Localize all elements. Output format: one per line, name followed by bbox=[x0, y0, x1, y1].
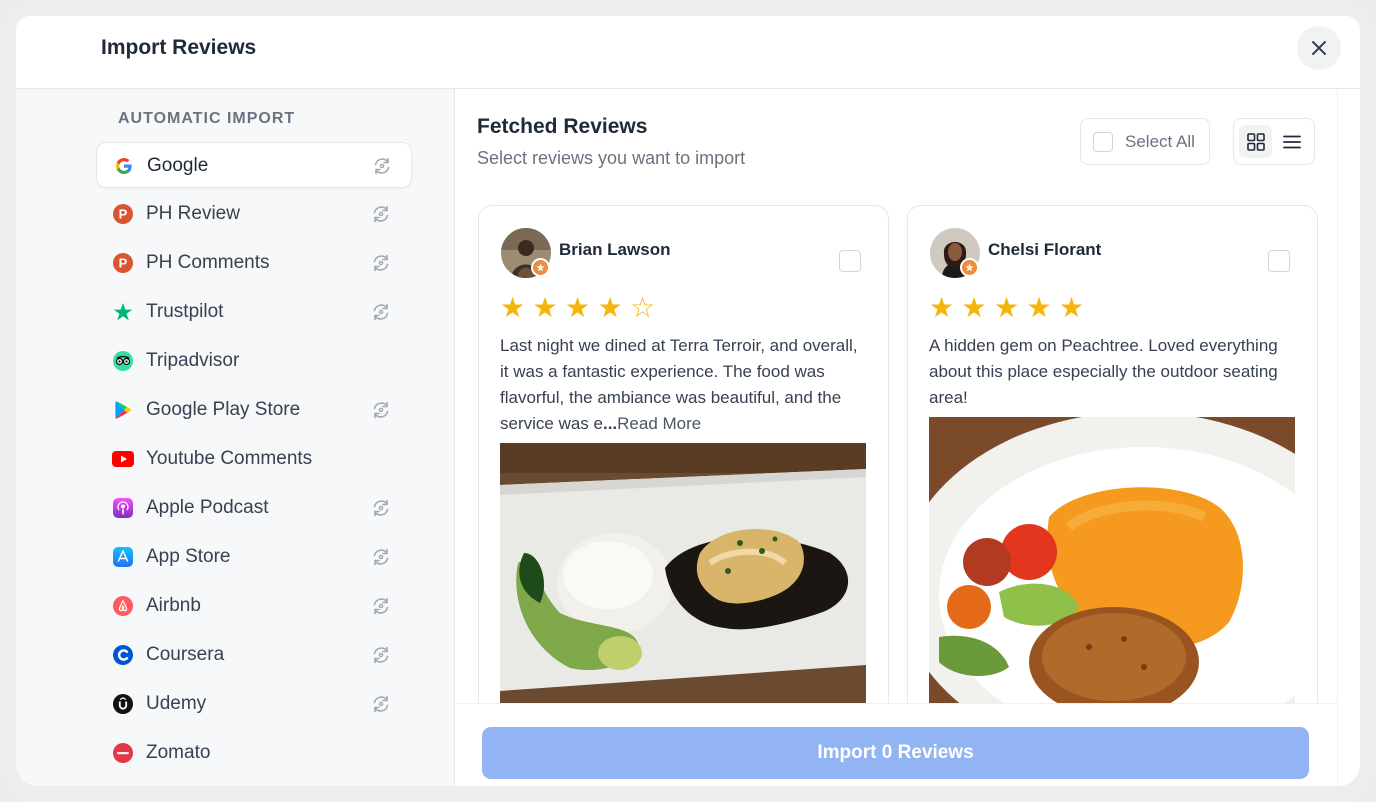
trustpilot-icon bbox=[112, 301, 134, 323]
modal-footer: Import 0 Reviews bbox=[456, 703, 1337, 786]
grid-view-button[interactable] bbox=[1239, 125, 1272, 158]
producthunt-icon: P bbox=[112, 203, 134, 225]
source-label-youtube-comments: Youtube Comments bbox=[146, 448, 313, 469]
modal-header: Import Reviews bbox=[16, 16, 1360, 89]
source-label-apple-podcast: Apple Podcast bbox=[146, 497, 269, 518]
review-photo[interactable] bbox=[500, 443, 866, 705]
review-select-checkbox[interactable] bbox=[839, 250, 861, 272]
import-reviews-modal: Import Reviews AUTOMATIC IMPORT Google P… bbox=[16, 16, 1360, 786]
select-all-label: Select All bbox=[1125, 132, 1195, 151]
sync-icon[interactable] bbox=[370, 203, 392, 225]
source-sidebar: AUTOMATIC IMPORT Google P PH Review P PH… bbox=[16, 89, 455, 786]
source-item-udemy[interactable]: Udemy bbox=[96, 681, 412, 727]
sync-icon[interactable] bbox=[370, 595, 392, 617]
sync-icon[interactable] bbox=[370, 497, 392, 519]
google-play-icon bbox=[112, 399, 134, 421]
apple-podcast-icon bbox=[112, 497, 134, 519]
google-badge-icon bbox=[531, 258, 550, 277]
star-rating: ★ ★ ★ ★ ★ bbox=[929, 292, 1092, 324]
star-filled-icon: ★ bbox=[565, 291, 591, 324]
google-icon bbox=[113, 155, 135, 177]
sync-icon[interactable] bbox=[370, 693, 392, 715]
source-item-apple-podcast[interactable]: Apple Podcast bbox=[96, 485, 412, 531]
source-label-google-play-store: Google Play Store bbox=[146, 399, 301, 420]
tripadvisor-icon bbox=[112, 350, 134, 372]
list-view-button[interactable] bbox=[1275, 125, 1308, 158]
panel-title: Fetched Reviews bbox=[477, 115, 648, 138]
source-label-app-store: App Store bbox=[146, 546, 231, 567]
source-label-ph-review: PH Review bbox=[146, 203, 240, 224]
panel-subtitle: Select reviews you want to import bbox=[477, 148, 746, 168]
fetched-reviews-panel: Fetched Reviews Select reviews you want … bbox=[456, 89, 1360, 786]
source-item-ph-comments[interactable]: P PH Comments bbox=[96, 240, 412, 286]
star-filled-icon: ★ bbox=[500, 291, 526, 324]
grid-icon bbox=[1246, 132, 1265, 151]
review-card[interactable]: Chelsi Florant ★ ★ ★ ★ ★ A hidden gem on… bbox=[907, 205, 1318, 745]
star-rating: ★ ★ ★ ★ ☆ bbox=[500, 292, 663, 324]
star-filled-icon: ★ bbox=[929, 291, 955, 324]
source-label-tripadvisor: Tripadvisor bbox=[146, 350, 240, 371]
star-filled-icon: ★ bbox=[994, 291, 1020, 324]
source-item-google[interactable]: Google bbox=[96, 142, 412, 188]
coursera-icon bbox=[112, 644, 134, 666]
source-label-coursera: Coursera bbox=[146, 644, 225, 665]
reviewer-name: Chelsi Florant bbox=[988, 240, 1102, 259]
star-empty-icon: ☆ bbox=[630, 291, 656, 324]
source-label-google: Google bbox=[147, 155, 209, 176]
review-select-checkbox[interactable] bbox=[1268, 250, 1290, 272]
sync-icon[interactable] bbox=[371, 155, 393, 177]
source-item-airbnb[interactable]: Airbnb bbox=[96, 583, 412, 629]
source-item-coursera[interactable]: Coursera bbox=[96, 632, 412, 678]
producthunt-icon: P bbox=[112, 252, 134, 274]
close-button[interactable] bbox=[1297, 26, 1341, 70]
modal-title: Import Reviews bbox=[101, 36, 257, 59]
sync-icon[interactable] bbox=[370, 399, 392, 421]
sync-icon[interactable] bbox=[370, 644, 392, 666]
source-label-trustpilot: Trustpilot bbox=[146, 301, 224, 322]
list-icon bbox=[1282, 135, 1301, 148]
star-filled-icon: ★ bbox=[1059, 291, 1085, 324]
app-store-icon bbox=[112, 546, 134, 568]
source-label-ph-comments: PH Comments bbox=[146, 252, 270, 273]
review-card[interactable]: Brian Lawson ★ ★ ★ ★ ☆ Last night we din… bbox=[478, 205, 889, 745]
select-all-checkbox[interactable] bbox=[1093, 132, 1113, 152]
source-item-app-store[interactable]: App Store bbox=[96, 534, 412, 580]
reviewer-name: Brian Lawson bbox=[559, 240, 671, 259]
review-text: A hidden gem on Peachtree. Loved everyth… bbox=[929, 336, 1278, 407]
source-item-google-play-store[interactable]: Google Play Store bbox=[96, 387, 412, 433]
youtube-icon bbox=[112, 448, 134, 470]
source-item-trustpilot[interactable]: Trustpilot bbox=[96, 289, 412, 335]
review-photo[interactable] bbox=[929, 417, 1295, 705]
sync-icon[interactable] bbox=[370, 252, 392, 274]
source-item-zomato[interactable]: Zomato bbox=[96, 730, 412, 776]
star-filled-icon: ★ bbox=[961, 291, 987, 324]
select-all-button[interactable]: Select All bbox=[1080, 118, 1210, 165]
view-mode-toggle bbox=[1233, 118, 1315, 165]
window-frame: Import Reviews AUTOMATIC IMPORT Google P… bbox=[0, 0, 1376, 802]
star-filled-icon: ★ bbox=[597, 291, 623, 324]
source-item-tripadvisor[interactable]: Tripadvisor bbox=[96, 338, 412, 384]
google-badge-icon bbox=[960, 258, 979, 277]
import-reviews-button[interactable]: Import 0 Reviews bbox=[482, 727, 1309, 779]
review-ellipsis: ... bbox=[602, 414, 618, 433]
star-filled-icon: ★ bbox=[1026, 291, 1052, 324]
udemy-icon bbox=[112, 693, 134, 715]
section-label-automatic-import: AUTOMATIC IMPORT bbox=[118, 110, 296, 127]
source-label-airbnb: Airbnb bbox=[146, 595, 201, 616]
review-text: Last night we dined at Terra Terroir, an… bbox=[500, 333, 868, 437]
close-icon bbox=[1312, 41, 1326, 55]
zomato-icon bbox=[112, 742, 134, 764]
sync-icon[interactable] bbox=[370, 546, 392, 568]
star-filled-icon: ★ bbox=[532, 291, 558, 324]
read-more-link[interactable]: Read More bbox=[617, 414, 701, 433]
airbnb-icon bbox=[112, 595, 134, 617]
source-label-zomato: Zomato bbox=[146, 742, 211, 763]
source-item-youtube-comments[interactable]: Youtube Comments bbox=[96, 436, 412, 482]
sync-icon[interactable] bbox=[370, 301, 392, 323]
source-label-udemy: Udemy bbox=[146, 693, 207, 714]
scrollbar[interactable] bbox=[1337, 89, 1360, 786]
source-item-ph-review[interactable]: P PH Review bbox=[96, 191, 412, 237]
svg-text:P: P bbox=[119, 256, 128, 271]
svg-text:P: P bbox=[119, 207, 128, 222]
